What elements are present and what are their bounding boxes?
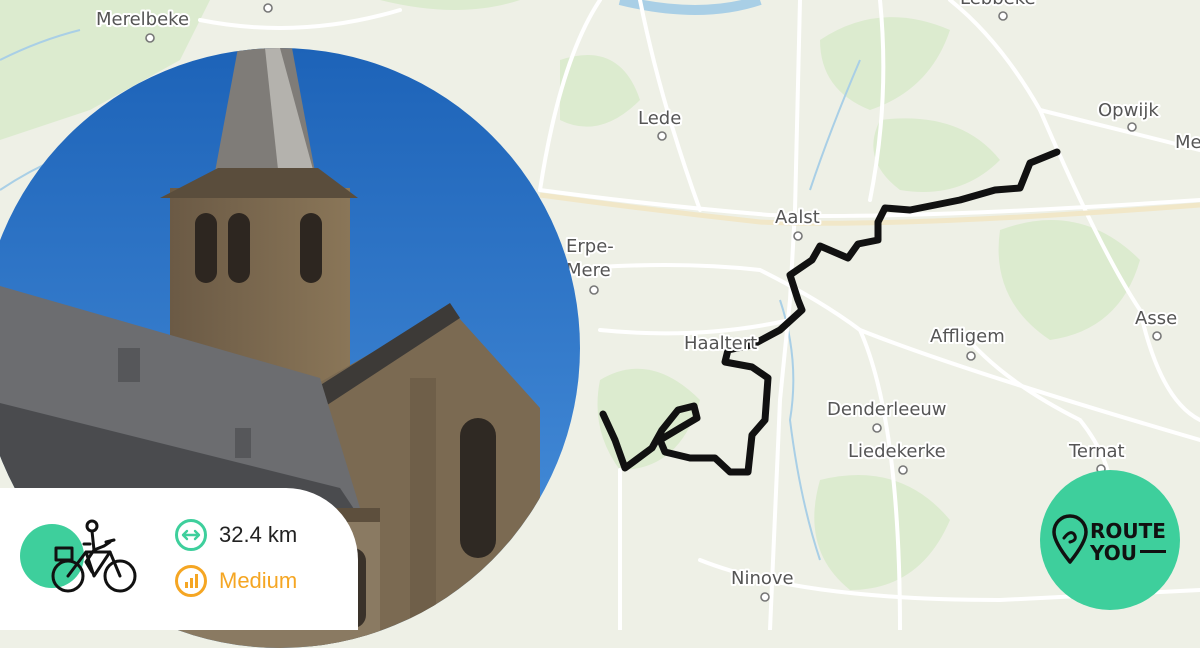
place-affligem[interactable]: Affligem	[928, 324, 1007, 361]
place-liedekerke[interactable]: Liedekerke	[846, 439, 948, 475]
place-marker	[1152, 331, 1162, 341]
distance-value: 32.4 km	[219, 522, 298, 547]
place-marker	[966, 351, 976, 361]
logo-text-line1: ROUTE	[1090, 519, 1166, 543]
place-haaltert[interactable]: Haaltert	[682, 331, 759, 356]
route-stats-panel: 32.4 km Medium	[0, 488, 358, 630]
bicycle-rider-icon	[51, 519, 137, 593]
place-marker	[793, 231, 803, 241]
logo-text-line2: YOU	[1089, 541, 1137, 565]
place-label: Haaltert	[684, 333, 757, 354]
map-pin-icon	[1052, 514, 1088, 564]
logo-graphic: ROUTE YOU	[1052, 514, 1166, 565]
routeyou-logo[interactable]: ROUTE YOU	[1040, 470, 1180, 610]
logo-underline	[1140, 550, 1166, 553]
place-marker	[263, 3, 273, 13]
place-marker	[657, 131, 667, 141]
place-label: Denderleeuw	[827, 399, 947, 420]
place-label: Lede	[638, 108, 681, 129]
place-asse[interactable]: Asse	[1133, 306, 1179, 341]
signal-bars-icon	[175, 565, 207, 597]
place-label: Ternat	[1068, 441, 1125, 462]
place-label: Me	[1175, 132, 1200, 153]
place-label: Lebbeke	[960, 0, 1036, 9]
place-aalst[interactable]: Aalst	[773, 205, 822, 241]
place-marker	[589, 285, 599, 295]
double-arrow-icon	[175, 519, 207, 551]
place-label: Asse	[1135, 308, 1177, 329]
place-marker	[998, 11, 1008, 21]
place-label: Mere	[566, 260, 611, 281]
place-label: Ninove	[731, 568, 794, 589]
route-line[interactable]	[599, 148, 1061, 476]
place-label: Aalst	[775, 207, 820, 228]
place-ternat[interactable]: Ternat	[1066, 439, 1127, 474]
place-ninove[interactable]: Ninove	[729, 566, 796, 602]
place-marker	[1127, 122, 1137, 132]
place-me[interactable]: Me	[1173, 130, 1200, 155]
place-label: Erpe-	[566, 236, 614, 257]
difficulty-stat: Medium	[175, 563, 297, 599]
place-label: Liedekerke	[848, 441, 946, 462]
place-label: Opwijk	[1098, 100, 1159, 121]
distance-stat: 32.4 km	[175, 517, 297, 553]
place-label: Merelbeke	[96, 9, 189, 30]
difficulty-value: Medium	[219, 568, 298, 593]
place-label: Affligem	[930, 326, 1005, 347]
place-marker	[898, 465, 908, 475]
place-marker	[872, 423, 882, 433]
place-marker	[760, 592, 770, 602]
place-marker	[145, 33, 155, 43]
